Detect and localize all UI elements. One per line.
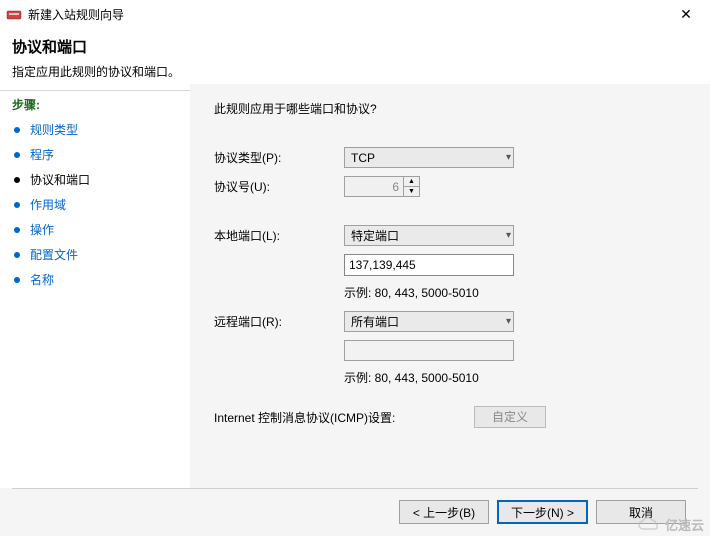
step-label: 操作	[30, 221, 54, 238]
steps-heading: 步骤:	[12, 96, 182, 113]
spin-down-icon[interactable]: ▼	[403, 187, 419, 196]
protocol-type-label: 协议类型(P):	[214, 149, 344, 166]
footer-divider	[12, 488, 698, 489]
spinner: ▲ ▼	[403, 177, 419, 196]
app-icon	[6, 6, 22, 22]
remote-port-example: 示例: 80, 443, 5000-5010	[344, 369, 686, 386]
step-label: 程序	[30, 146, 54, 163]
close-button[interactable]: ✕	[670, 4, 702, 24]
row-icmp: Internet 控制消息协议(ICMP)设置: 自定义	[214, 406, 686, 428]
row-protocol-type: 协议类型(P): TCP ▾	[214, 147, 686, 168]
bullet-icon	[14, 202, 20, 208]
sidebar-step-0[interactable]: 规则类型	[12, 121, 182, 138]
cloud-icon	[637, 517, 661, 533]
step-label: 名称	[30, 271, 54, 288]
local-port-label: 本地端口(L):	[214, 227, 344, 244]
row-protocol-number: 协议号(U): 6 ▲ ▼	[214, 176, 686, 197]
bullet-icon	[14, 127, 20, 133]
step-label: 作用域	[30, 196, 66, 213]
bullet-icon	[14, 227, 20, 233]
bullet-icon	[14, 177, 20, 183]
row-remote-port: 远程端口(R): 所有端口 ▾	[214, 311, 686, 332]
remote-port-dropdown[interactable]: 所有端口 ▾	[344, 311, 514, 332]
body: 步骤: 规则类型程序协议和端口作用域操作配置文件名称 此规则应用于哪些端口和协议…	[0, 84, 710, 488]
sidebar: 步骤: 规则类型程序协议和端口作用域操作配置文件名称	[0, 84, 190, 488]
next-button[interactable]: 下一步(N) >	[497, 500, 588, 524]
chevron-down-icon: ▾	[506, 316, 511, 327]
row-local-port: 本地端口(L): 特定端口 ▾	[214, 225, 686, 246]
protocol-number-input: 6 ▲ ▼	[344, 176, 420, 197]
window-title: 新建入站规则向导	[28, 6, 670, 23]
content-heading: 此规则应用于哪些端口和协议?	[214, 100, 686, 117]
sidebar-step-6[interactable]: 名称	[12, 271, 182, 288]
local-port-select-value: 特定端口	[351, 227, 399, 244]
local-port-dropdown[interactable]: 特定端口 ▾	[344, 225, 514, 246]
row-remote-port-value	[344, 340, 686, 361]
chevron-down-icon: ▾	[506, 152, 511, 163]
row-local-port-value: 137,139,445	[344, 254, 686, 276]
page-title: 协议和端口	[12, 36, 698, 57]
step-label: 规则类型	[30, 121, 78, 138]
header-block: 协议和端口 指定应用此规则的协议和端口。	[0, 28, 710, 90]
local-port-input[interactable]: 137,139,445	[344, 254, 514, 276]
wizard-window: 新建入站规则向导 ✕ 协议和端口 指定应用此规则的协议和端口。 步骤: 规则类型…	[0, 0, 710, 536]
sidebar-step-2[interactable]: 协议和端口	[12, 171, 182, 188]
footer: < 上一步(B) 下一步(N) > 取消	[0, 488, 710, 536]
bullet-icon	[14, 252, 20, 258]
titlebar: 新建入站规则向导 ✕	[0, 0, 710, 28]
content-panel: 此规则应用于哪些端口和协议? 协议类型(P): TCP ▾ 协议号(U): 6 …	[190, 84, 710, 488]
bullet-icon	[14, 152, 20, 158]
remote-port-label: 远程端口(R):	[214, 313, 344, 330]
spin-up-icon[interactable]: ▲	[403, 177, 419, 187]
protocol-number-label: 协议号(U):	[214, 178, 344, 195]
back-button[interactable]: < 上一步(B)	[399, 500, 489, 524]
local-port-example: 示例: 80, 443, 5000-5010	[344, 284, 686, 301]
step-label: 配置文件	[30, 246, 78, 263]
remote-port-select-value: 所有端口	[351, 313, 399, 330]
sidebar-step-3[interactable]: 作用域	[12, 196, 182, 213]
remote-port-input	[344, 340, 514, 361]
sidebar-step-1[interactable]: 程序	[12, 146, 182, 163]
step-label: 协议和端口	[30, 171, 90, 188]
icmp-label: Internet 控制消息协议(ICMP)设置:	[214, 409, 474, 426]
protocol-type-value: TCP	[351, 151, 375, 165]
icmp-customize-button: 自定义	[474, 406, 546, 428]
protocol-type-dropdown[interactable]: TCP ▾	[344, 147, 514, 168]
watermark: 亿速云	[637, 515, 704, 534]
page-subtitle: 指定应用此规则的协议和端口。	[12, 63, 698, 80]
sidebar-step-5[interactable]: 配置文件	[12, 246, 182, 263]
chevron-down-icon: ▾	[506, 230, 511, 241]
sidebar-step-4[interactable]: 操作	[12, 221, 182, 238]
protocol-number-value: 6	[345, 180, 403, 194]
bullet-icon	[14, 277, 20, 283]
